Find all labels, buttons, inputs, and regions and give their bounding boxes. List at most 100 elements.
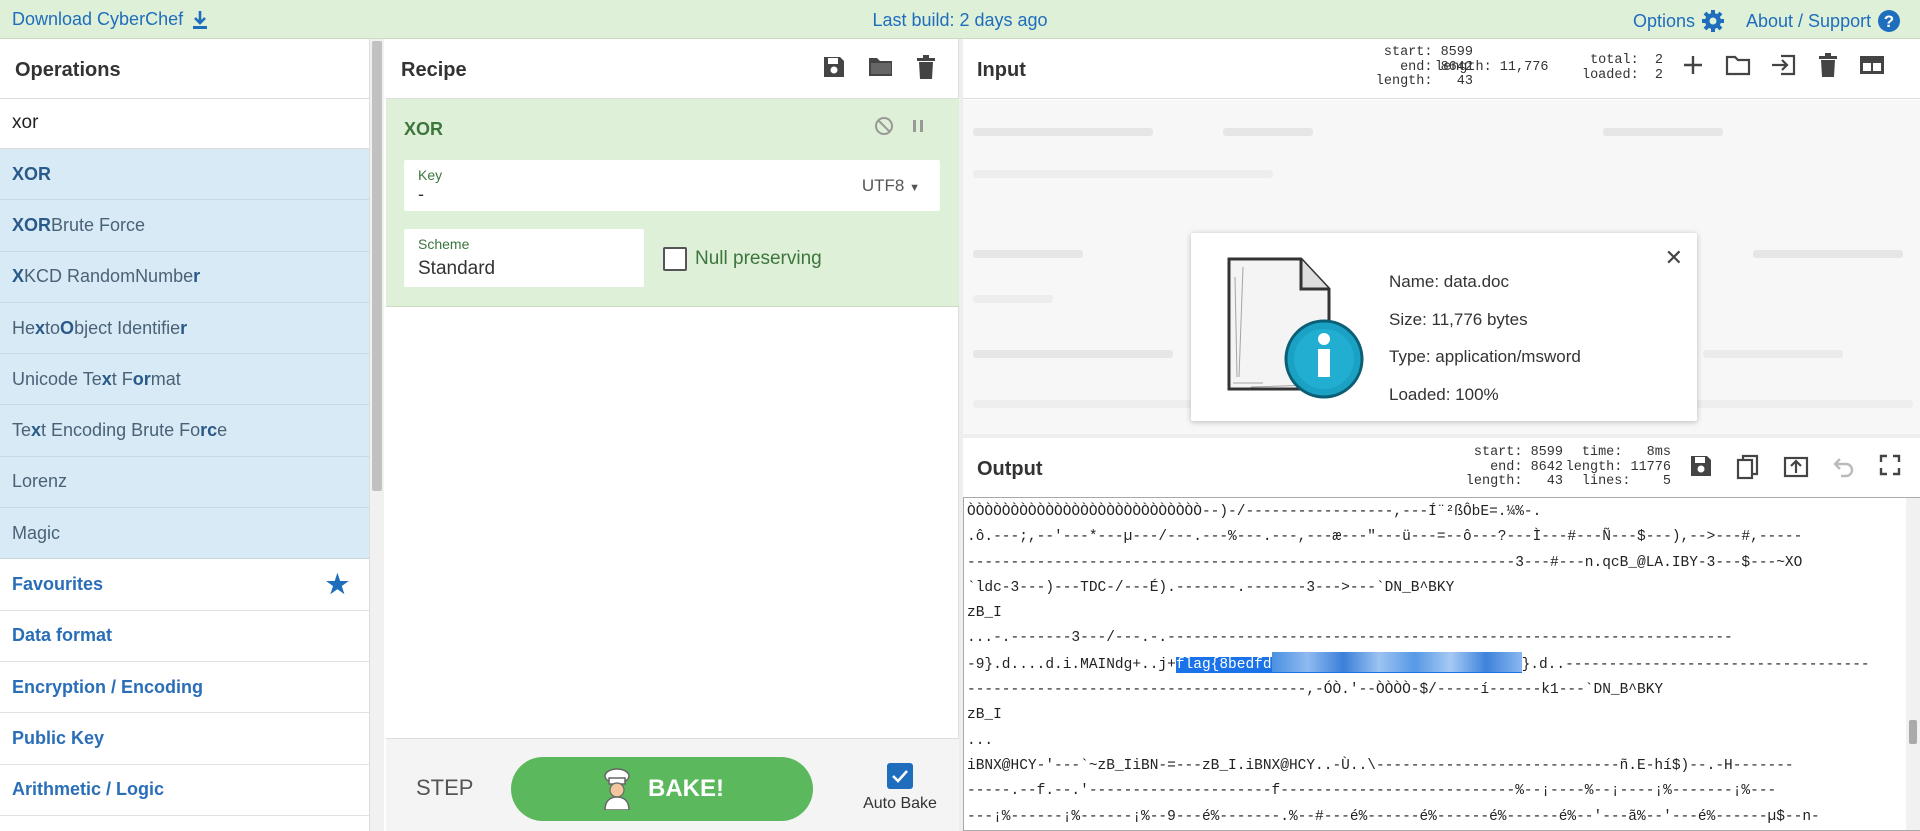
bake-bar: STEP BAKE! Auto Bake: [386, 738, 959, 831]
input-start: start: 8599: [1383, 45, 1473, 60]
key-value[interactable]: -: [418, 184, 424, 205]
auto-bake-label: Auto Bake: [863, 795, 937, 812]
about-label: About / Support: [1746, 10, 1872, 31]
scheme-value: Standard: [418, 258, 496, 279]
recipe-title: Recipe: [401, 59, 467, 81]
operation-title: XOR: [404, 119, 444, 139]
operation-result-item[interactable]: X KCD Random Numbe r: [0, 251, 369, 303]
bake-label: BAKE!: [648, 775, 724, 802]
input-panel: Input start: 8599 end: 8642 length: 43 l…: [963, 39, 1920, 434]
category-encryption-encoding[interactable]: Encryption / Encoding: [0, 661, 369, 714]
category-label: Public Key: [12, 727, 105, 748]
null-preserving-checkbox[interactable]: Null preserving: [663, 247, 822, 271]
auto-bake-checkbox[interactable]: Auto Bake: [850, 763, 950, 813]
output-panel: Output start: 8599 end: 8642 length: 43 …: [963, 438, 1920, 831]
about-support-button[interactable]: About / Support ?: [1746, 9, 1901, 33]
scheme-label: Scheme: [418, 236, 470, 252]
operations-panel: Operations xor XOR XOR Brute Force X KCD Ra…: [0, 39, 370, 831]
bake-button[interactable]: BAKE!: [511, 757, 813, 821]
file-details-popup: Name: data.doc Size: 11,776 bytes Type: …: [1191, 233, 1697, 421]
svg-text:?: ?: [1884, 12, 1894, 31]
replace-input-icon[interactable]: [1783, 454, 1809, 478]
download-icon: [193, 10, 208, 29]
input-text-area[interactable]: Name: data.doc Size: 11,776 bytes Type: …: [963, 100, 1920, 434]
key-encoding-dropdown[interactable]: UTF8 ▼: [862, 176, 920, 196]
operation-result-item[interactable]: Unicode Te x t Fo r mat: [0, 354, 369, 406]
caret-down-icon: ▼: [909, 182, 920, 194]
output-length: length: 11776: [1565, 459, 1671, 475]
output-stats: time: 8ms length: 11776 lines: 5: [1548, 445, 1671, 490]
checkbox-icon: [663, 247, 687, 271]
output-title: Output: [977, 458, 1043, 480]
options-button[interactable]: Options: [1633, 9, 1725, 33]
disable-icon[interactable]: [874, 116, 894, 136]
download-label: Download CyberChef: [12, 9, 184, 29]
input-length: length: 11,776: [1435, 60, 1549, 75]
category-data-format[interactable]: Data format: [0, 610, 369, 662]
clear-input-icon[interactable]: [1817, 53, 1839, 77]
chef-icon: [604, 768, 630, 810]
file-type: Type: application/msword: [1389, 347, 1581, 366]
input-sel-length: length: 43: [1375, 74, 1473, 89]
output-selection-stats: start: 8599 end: 8642 length: 43: [1408, 445, 1563, 490]
input-title: Input: [977, 59, 1026, 81]
operation-result-item[interactable]: Magic: [0, 508, 369, 560]
file-info-icon: [1227, 257, 1364, 399]
layout-icon[interactable]: [1859, 53, 1885, 77]
operation-result-item[interactable]: Te x t Encoding Brute Fo r c e: [0, 405, 369, 457]
output-time: time: 8ms: [1581, 445, 1671, 460]
options-label: Options: [1633, 10, 1696, 31]
gear-icon: [1702, 10, 1725, 32]
output-text-area[interactable]: ÒÒÒÒÒÒÒÒÒÒÒÒÒÒÒÒÒÒÒÒÒÒÒÒÒÒÒ--)-/--------…: [963, 497, 1906, 831]
star-icon: ★: [325, 569, 349, 600]
category-label: Arithmetic / Logic: [12, 779, 165, 800]
load-recipe-icon[interactable]: [868, 55, 894, 77]
operations-scrollbar[interactable]: [370, 39, 384, 831]
file-loaded: Loaded: 100%: [1389, 384, 1499, 404]
operation-result-item[interactable]: XOR: [0, 149, 369, 201]
scheme-select[interactable]: Scheme Standard: [404, 229, 644, 287]
save-recipe-icon[interactable]: [822, 55, 846, 79]
file-name: Name: data.doc: [1389, 272, 1510, 291]
input-loaded: loaded: 2: [1581, 67, 1663, 83]
top-bar: Download CyberChef Last build: 2 days ag…: [0, 0, 1920, 39]
recipe-panel: Recipe XOR Key - UTF8 ▼ Scheme Standard …: [386, 39, 959, 831]
input-tab-stats: total: 2 loaded: 2: [1563, 53, 1663, 83]
category-label: Data format: [12, 625, 113, 646]
operations-title: Operations: [0, 39, 369, 99]
open-file-icon[interactable]: [1771, 53, 1797, 77]
xor-operation: XOR Key - UTF8 ▼ Scheme Standard Null pr…: [386, 99, 959, 307]
category-arithmetic-logic[interactable]: Arithmetic / Logic: [0, 764, 369, 816]
clear-recipe-icon[interactable]: [916, 55, 936, 79]
category-label: Favourites: [12, 574, 104, 595]
checkbox-checked-icon: [887, 763, 913, 789]
key-label: Key: [418, 167, 443, 183]
add-input-icon[interactable]: [1681, 53, 1705, 77]
key-encoding-label: UTF8: [861, 176, 905, 195]
download-link[interactable]: Download CyberChef: [12, 9, 209, 30]
undo-icon[interactable]: [1832, 454, 1856, 478]
last-build-text: Last build: 2 days ago: [872, 10, 1048, 30]
file-size: Size: 11,776 bytes: [1389, 309, 1528, 329]
output-lines: lines: 5: [1581, 474, 1671, 489]
pause-icon[interactable]: [908, 116, 928, 136]
help-icon: ?: [1878, 10, 1901, 32]
operation-result-item[interactable]: XOR Brute Force: [0, 200, 369, 252]
output-scrollbar[interactable]: [1906, 497, 1920, 831]
category-favourites[interactable]: Favourites ★: [0, 559, 369, 611]
save-output-icon[interactable]: [1689, 454, 1713, 478]
close-icon[interactable]: ✕: [1665, 245, 1683, 271]
key-field[interactable]: Key - UTF8 ▼: [404, 160, 940, 211]
null-preserving-label: Null preserving: [695, 248, 822, 269]
input-total: total: 2: [1590, 53, 1663, 68]
operations-search-input[interactable]: xor: [0, 99, 369, 149]
step-button[interactable]: STEP: [416, 775, 473, 801]
operation-result-item[interactable]: He x to Object Identifie r: [0, 302, 369, 355]
operation-result-item[interactable]: Lorenz: [0, 456, 369, 509]
selected-flag-text: flag{8bedfd: [1175, 651, 1522, 673]
open-folder-icon[interactable]: [1725, 53, 1751, 77]
category-public-key[interactable]: Public Key: [0, 713, 369, 765]
copy-output-icon[interactable]: [1736, 454, 1760, 480]
maximize-icon[interactable]: [1879, 454, 1901, 476]
category-label: Encryption / Encoding: [12, 676, 204, 697]
